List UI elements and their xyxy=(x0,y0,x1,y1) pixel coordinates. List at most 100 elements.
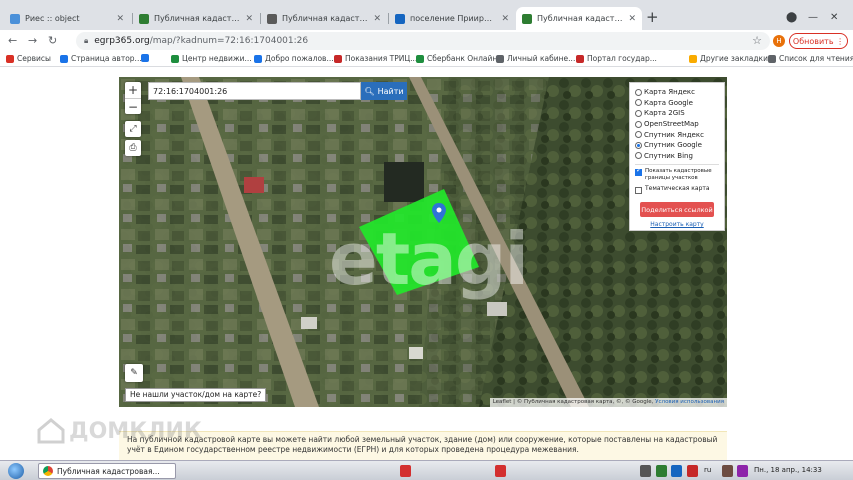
bookmark-item[interactable]: Страница автор... xyxy=(60,54,142,63)
close-window-icon[interactable]: ✕ xyxy=(830,12,838,23)
layer-radio[interactable] xyxy=(635,131,642,139)
find-button-label: Найти xyxy=(377,86,404,96)
layer-option[interactable]: Карта Google xyxy=(635,98,719,109)
lock-icon[interactable]: 🔒︎ xyxy=(84,36,88,46)
search-icon: 🔍︎ xyxy=(364,86,375,96)
start-menu-icon[interactable] xyxy=(8,463,24,479)
share-link-button[interactable]: Поделиться ссылкой xyxy=(640,202,714,218)
show-boundaries-option[interactable]: Показать кадастровые границы участков xyxy=(635,167,719,181)
close-icon[interactable]: ✕ xyxy=(501,14,509,24)
bookmark-item[interactable] xyxy=(141,54,152,62)
layer-option[interactable]: Спутник Bing xyxy=(635,151,719,162)
cadastral-search-input[interactable] xyxy=(148,82,361,100)
page-icon xyxy=(60,54,68,63)
network-icon[interactable] xyxy=(671,465,682,477)
bookmarks-bar: Сервисы Страница автор... Центр недвижи.… xyxy=(0,52,853,67)
fullscreen-icon[interactable]: ⤢ xyxy=(125,121,141,137)
bookmark-item[interactable]: Личный кабине... xyxy=(496,54,575,63)
layer-option[interactable]: OpenStreetMap xyxy=(635,119,719,130)
page-icon xyxy=(171,54,179,63)
terms-link[interactable]: Условия использования xyxy=(655,399,724,405)
layer-option[interactable]: Карта 2GIS xyxy=(635,108,719,119)
etagi-watermark: etagi xyxy=(329,217,529,301)
tab-1[interactable]: Публичная кадастровая ка ✕ xyxy=(133,7,259,30)
tray-app-icon[interactable] xyxy=(737,465,748,477)
close-icon[interactable]: ✕ xyxy=(373,14,381,24)
layer-radio-selected[interactable] xyxy=(635,141,642,149)
page-icon xyxy=(334,54,342,63)
tray-app-icon[interactable] xyxy=(722,465,733,477)
close-icon[interactable]: ✕ xyxy=(245,14,253,24)
house-logo-icon xyxy=(37,418,65,444)
update-button-label: Обновить xyxy=(792,36,834,46)
tab-favicon-icon xyxy=(522,13,532,24)
new-tab-button[interactable]: + xyxy=(646,10,659,25)
tab-favicon-icon xyxy=(10,13,20,24)
pdf-app-icon[interactable] xyxy=(400,465,411,477)
bookmark-item[interactable]: Сервисы xyxy=(6,54,51,63)
bookmark-folder[interactable]: Другие закладки xyxy=(689,54,768,63)
zoom-out-button[interactable]: − xyxy=(125,98,141,114)
battery-icon[interactable] xyxy=(656,465,667,477)
folder-icon xyxy=(689,54,697,63)
keyboard-icon[interactable] xyxy=(640,465,651,477)
thematic-map-option[interactable]: Тематическая карта xyxy=(635,185,719,195)
reload-icon[interactable]: ↻ xyxy=(48,34,57,47)
tab-title: Публичная кадастровая ка xyxy=(537,14,624,23)
layer-radio[interactable] xyxy=(635,109,642,117)
pdf-app-icon[interactable] xyxy=(495,465,506,477)
tab-0[interactable]: Риес :: object ✕ xyxy=(4,7,130,30)
clock[interactable]: Пн., 18 апр., 14:33 xyxy=(754,466,822,474)
divider xyxy=(635,164,719,166)
bookmark-item[interactable]: Портал государ... xyxy=(576,54,657,63)
tab-strip: Риес :: object ✕ Публичная кадастровая к… xyxy=(0,0,853,30)
tab-3[interactable]: поселение Прииртышский ✕ xyxy=(389,7,515,30)
page-icon xyxy=(576,54,584,63)
show-boundaries-checkbox[interactable] xyxy=(635,167,642,177)
find-button[interactable]: 🔍︎ Найти xyxy=(361,82,407,100)
record-icon[interactable]: ⬤ xyxy=(786,12,797,23)
back-icon[interactable]: ← xyxy=(8,34,17,47)
bookmark-star-icon[interactable]: ☆ xyxy=(752,34,762,47)
zoom-control: + − xyxy=(125,82,141,114)
os-taskbar: Публичная кадастровая... ru Пн., 18 апр.… xyxy=(0,460,853,480)
layer-radio[interactable] xyxy=(635,99,642,107)
info-description: На публичной кадастровой карте вы можете… xyxy=(119,431,727,460)
tab-favicon-icon xyxy=(139,13,149,24)
taskbar-chrome-window[interactable]: Публичная кадастровая... xyxy=(38,463,176,479)
thematic-map-checkbox[interactable] xyxy=(635,187,642,195)
layer-option[interactable]: Карта Яндекс xyxy=(635,87,719,98)
profile-avatar[interactable]: Н xyxy=(773,35,785,47)
layer-option[interactable]: Спутник Google xyxy=(635,140,719,151)
map-attribution: Leaflet | © Публичная кадастровая карта,… xyxy=(489,398,727,407)
bookmark-item[interactable]: Сбербанк Онлайн xyxy=(416,54,497,63)
cadastral-map[interactable]: etagi + − ⤢ ⎙ 🔍︎ Найти Карта Яндекс Карт… xyxy=(119,77,727,407)
not-found-button[interactable]: Не нашли участок/дом на карте? xyxy=(125,388,267,402)
bookmark-item[interactable]: Центр недвижи... xyxy=(171,54,252,63)
page-content: etagi + − ⤢ ⎙ 🔍︎ Найти Карта Яндекс Карт… xyxy=(0,67,853,460)
tab-2[interactable]: Публичная кадастровая ка ✕ xyxy=(261,7,387,30)
update-button[interactable]: Обновить ⋮ xyxy=(789,33,848,49)
layer-option[interactable]: Спутник Яндекс xyxy=(635,129,719,140)
close-icon[interactable]: ✕ xyxy=(116,14,124,24)
layer-radio[interactable] xyxy=(635,88,642,96)
url-path: /map/?kadnum=72:16:1704001:26 xyxy=(149,36,309,46)
setup-map-link[interactable]: Настроить карту xyxy=(635,221,719,228)
print-icon[interactable]: ⎙ xyxy=(125,140,141,156)
layer-radio[interactable] xyxy=(635,152,642,160)
page-icon xyxy=(496,54,504,63)
page-icon xyxy=(416,54,424,63)
address-bar[interactable]: 🔒︎ egrp365.org /map/?kadnum=72:16:170400… xyxy=(76,32,770,50)
tab-4-active[interactable]: Публичная кадастровая ка ✕ xyxy=(516,7,642,30)
zoom-in-button[interactable]: + xyxy=(125,82,141,98)
minimize-icon[interactable]: — xyxy=(808,12,818,23)
bookmark-item[interactable]: Добро пожалов... xyxy=(254,54,334,63)
antivirus-icon[interactable] xyxy=(687,465,698,477)
bookmark-item[interactable]: Показания ТРИЦ... xyxy=(334,54,417,63)
forward-icon[interactable]: → xyxy=(28,34,37,47)
language-indicator[interactable]: ru xyxy=(704,466,711,474)
reading-list[interactable]: Список для чтения xyxy=(768,54,853,63)
close-icon[interactable]: ✕ xyxy=(628,14,636,24)
layer-radio[interactable] xyxy=(635,120,642,128)
ruler-icon[interactable]: ✎ xyxy=(125,364,143,382)
